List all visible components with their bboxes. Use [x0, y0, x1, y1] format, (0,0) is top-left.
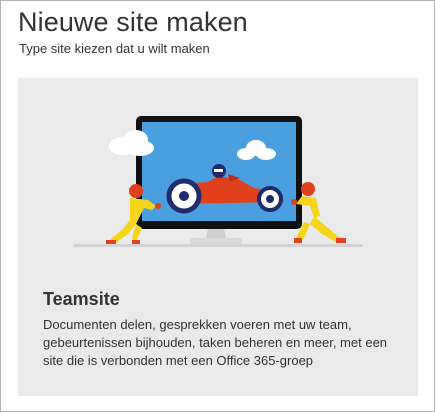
- monitor-base: [190, 238, 242, 244]
- panel-title: Nieuwe site maken: [18, 7, 248, 37]
- option-description: Documenten delen, gesprekken voeren met …: [43, 317, 388, 368]
- create-site-panel: Nieuwe site maken Type site kiezen dat u…: [0, 0, 435, 412]
- panel-subtitle: Type site kiezen dat u wilt maken: [19, 41, 210, 56]
- teamsite-option-card[interactable]: Teamsite Documenten delen, gesprekken vo…: [18, 78, 418, 396]
- option-title: Teamsite: [43, 289, 120, 309]
- monitor-stand: [206, 228, 226, 238]
- teamsite-illustration: [73, 116, 363, 247]
- floor-shadow: [73, 244, 363, 247]
